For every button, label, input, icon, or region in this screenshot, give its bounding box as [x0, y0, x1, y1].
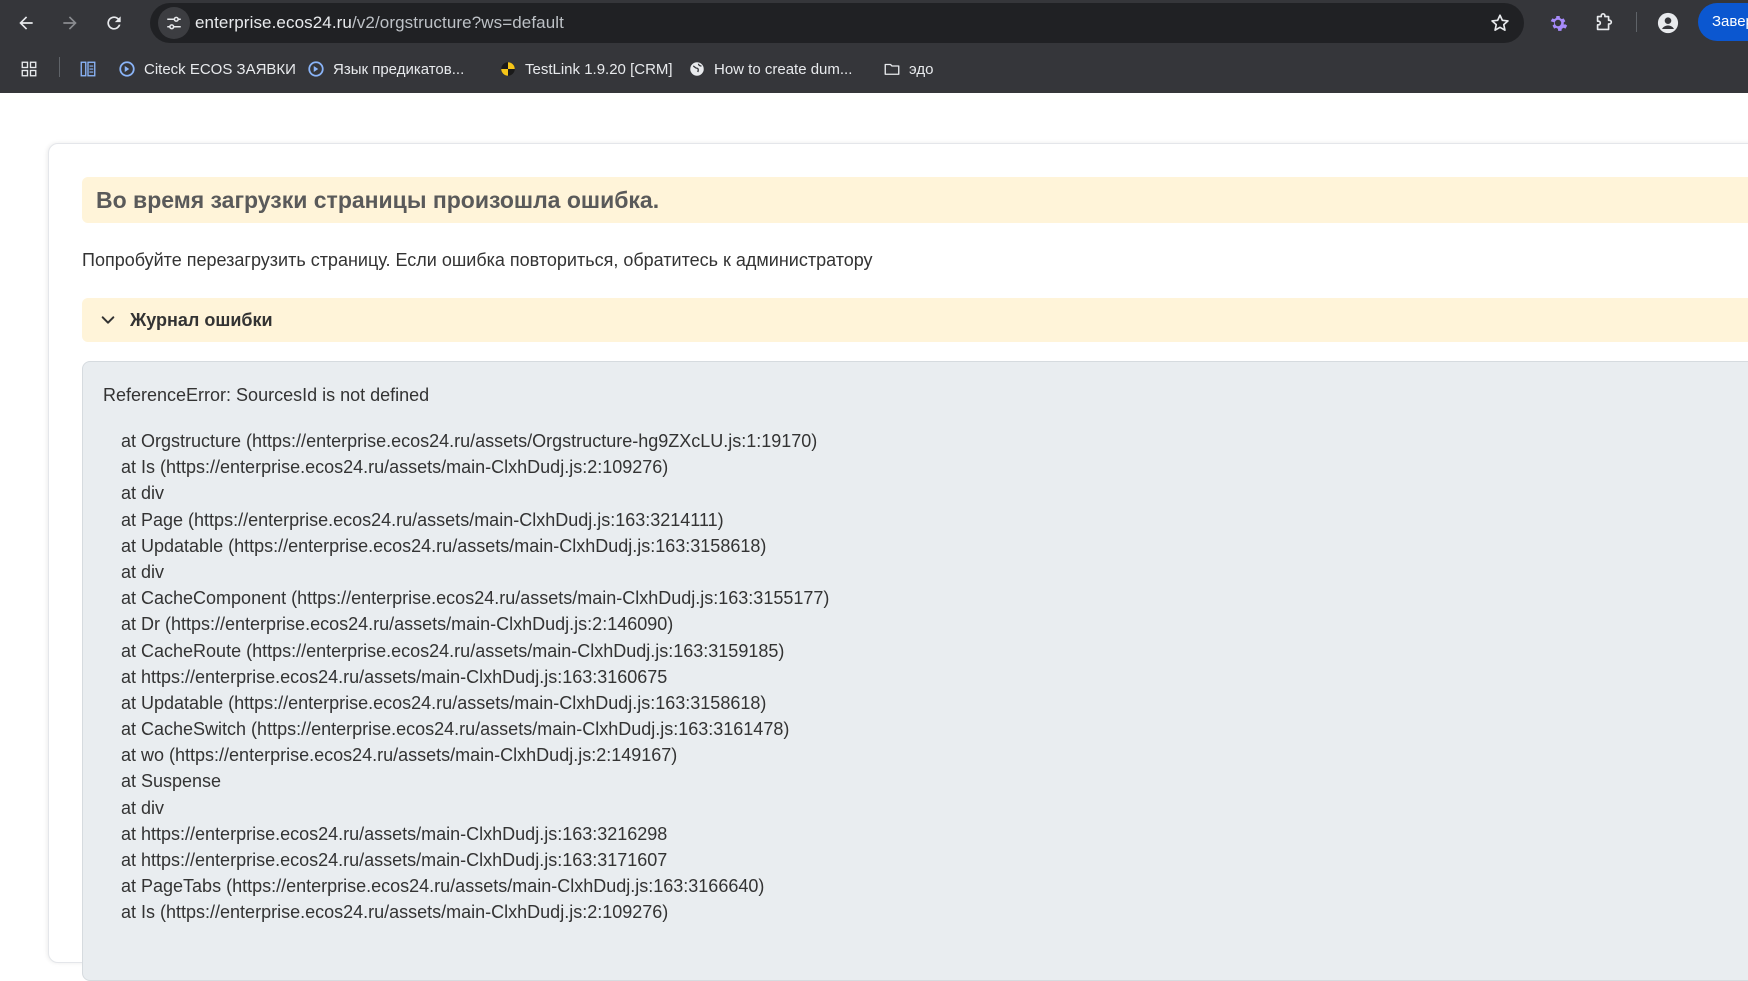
extension-gear-icon[interactable] — [1542, 7, 1574, 39]
bookmark-label: Язык предикатов... — [333, 60, 465, 78]
bookmark-predicates[interactable]: Язык предикатов... — [307, 56, 464, 82]
stack-trace-line: at Orgstructure (https://enterprise.ecos… — [121, 431, 818, 451]
stack-trace-line: at div — [121, 797, 165, 818]
profile-avatar-icon[interactable] — [1652, 7, 1684, 39]
stack-trace-line: at wo (https://enterprise.ecos24.ru/asse… — [121, 745, 678, 766]
browser-chrome: enterprise.ecos24.ru/v2/orgstructure?ws=… — [0, 0, 1748, 93]
browser-toolbar: enterprise.ecos24.ru/v2/orgstructure?ws=… — [0, 0, 1748, 44]
bookmark-star-icon[interactable] — [1488, 11, 1512, 35]
address-bar[interactable]: enterprise.ecos24.ru/v2/orgstructure?ws=… — [150, 3, 1524, 43]
stack-trace-line: at Updatable (https://enterprise.ecos24.… — [121, 535, 767, 556]
stack-trace-line: at div — [121, 561, 165, 582]
page-content: Во время загрузки страницы произошла оши… — [0, 93, 1748, 981]
forward-button[interactable] — [54, 7, 86, 39]
stack-trace-line: at CacheComponent (https://enterprise.ec… — [121, 588, 830, 609]
stack-trace-line: at Page (https://enterprise.ecos24.ru/as… — [121, 509, 724, 530]
apps-grid-icon — [21, 61, 37, 77]
reload-button[interactable] — [98, 7, 130, 39]
url-text[interactable]: enterprise.ecos24.ru/v2/orgstructure?ws=… — [195, 13, 564, 33]
arrow-left-icon — [19, 16, 33, 30]
bookmark-label: эдо — [909, 60, 934, 78]
url-path: /v2/orgstructure?ws=default — [351, 13, 564, 32]
error-log-toggle[interactable]: Журнал ошибки — [82, 298, 1748, 342]
stack-trace: at Orgstructure (https://enterprise.ecos… — [103, 428, 1748, 926]
reading-list-button[interactable] — [79, 56, 97, 82]
stack-trace-line: at Is (https://enterprise.ecos24.ru/asse… — [121, 457, 669, 478]
stack-trace-line: at https://enterprise.ecos24.ru/assets/m… — [121, 666, 668, 687]
stack-trace-line: at CacheRoute (https://enterprise.ecos24… — [121, 640, 785, 661]
bookmarks-divider — [59, 57, 60, 77]
error-card: Во время загрузки страницы произошла оши… — [48, 143, 1748, 981]
toolbar-divider — [1636, 12, 1637, 32]
bookmark-how-to-create[interactable]: How to create dum... — [688, 56, 852, 82]
stack-trace-line: at Suspense — [121, 771, 222, 792]
arrow-right-icon — [63, 16, 77, 30]
stack-trace-line: at Is (https://enterprise.ecos24.ru/asse… — [121, 902, 669, 923]
chevron-down-icon — [98, 310, 118, 330]
stack-trace-line: at https://enterprise.ecos24.ru/assets/m… — [121, 823, 668, 844]
back-button[interactable] — [10, 7, 42, 39]
error-message: ReferenceError: SourcesId is not defined — [103, 385, 430, 405]
testlink-logo-icon — [501, 62, 515, 76]
url-host: enterprise.ecos24.ru — [195, 13, 352, 32]
error-log-label: Журнал ошибки — [130, 309, 273, 330]
bookmark-label: How to create dum... — [714, 60, 853, 78]
stack-trace-line: at div — [121, 483, 165, 504]
bookmark-folder-edo[interactable]: эдо — [883, 56, 933, 82]
finish-update-button[interactable]: Завер — [1698, 3, 1748, 41]
reading-list-icon — [80, 61, 96, 77]
error-hint: Попробуйте перезагрузить страницу. Если … — [82, 250, 873, 270]
folder-icon — [884, 63, 900, 75]
error-log-panel: ReferenceError: SourcesId is not defined… — [82, 361, 1748, 981]
citeck-logo-icon — [119, 61, 135, 77]
stack-trace-line: at Dr (https://enterprise.ecos24.ru/asse… — [121, 614, 674, 635]
bookmarks-bar: Citeck ECOS ЗАЯВКИ Язык предикатов... Te… — [0, 47, 1748, 91]
stack-trace-line: at CacheSwitch (https://enterprise.ecos2… — [121, 719, 790, 740]
citeck-logo-icon — [308, 61, 324, 77]
apps-grid-button[interactable] — [20, 56, 38, 82]
stack-trace-line: at Updatable (https://enterprise.ecos24.… — [121, 692, 767, 713]
reload-icon — [107, 16, 121, 30]
globe-icon — [690, 62, 704, 76]
extensions-puzzle-icon[interactable] — [1588, 7, 1620, 39]
bookmark-label: TestLink 1.9.20 [CRM] — [525, 60, 673, 78]
stack-trace-line: at https://enterprise.ecos24.ru/assets/m… — [121, 850, 668, 870]
bookmark-citeck-zayavki[interactable]: Citeck ECOS ЗАЯВКИ — [118, 56, 296, 82]
bookmark-testlink[interactable]: TestLink 1.9.20 [CRM] — [499, 56, 673, 82]
stack-trace-line: at PageTabs (https://enterprise.ecos24.r… — [121, 876, 765, 897]
bookmark-label: Citeck ECOS ЗАЯВКИ — [144, 60, 296, 78]
site-info-icon[interactable] — [158, 7, 190, 39]
error-title: Во время загрузки страницы произошла оши… — [82, 177, 1748, 223]
